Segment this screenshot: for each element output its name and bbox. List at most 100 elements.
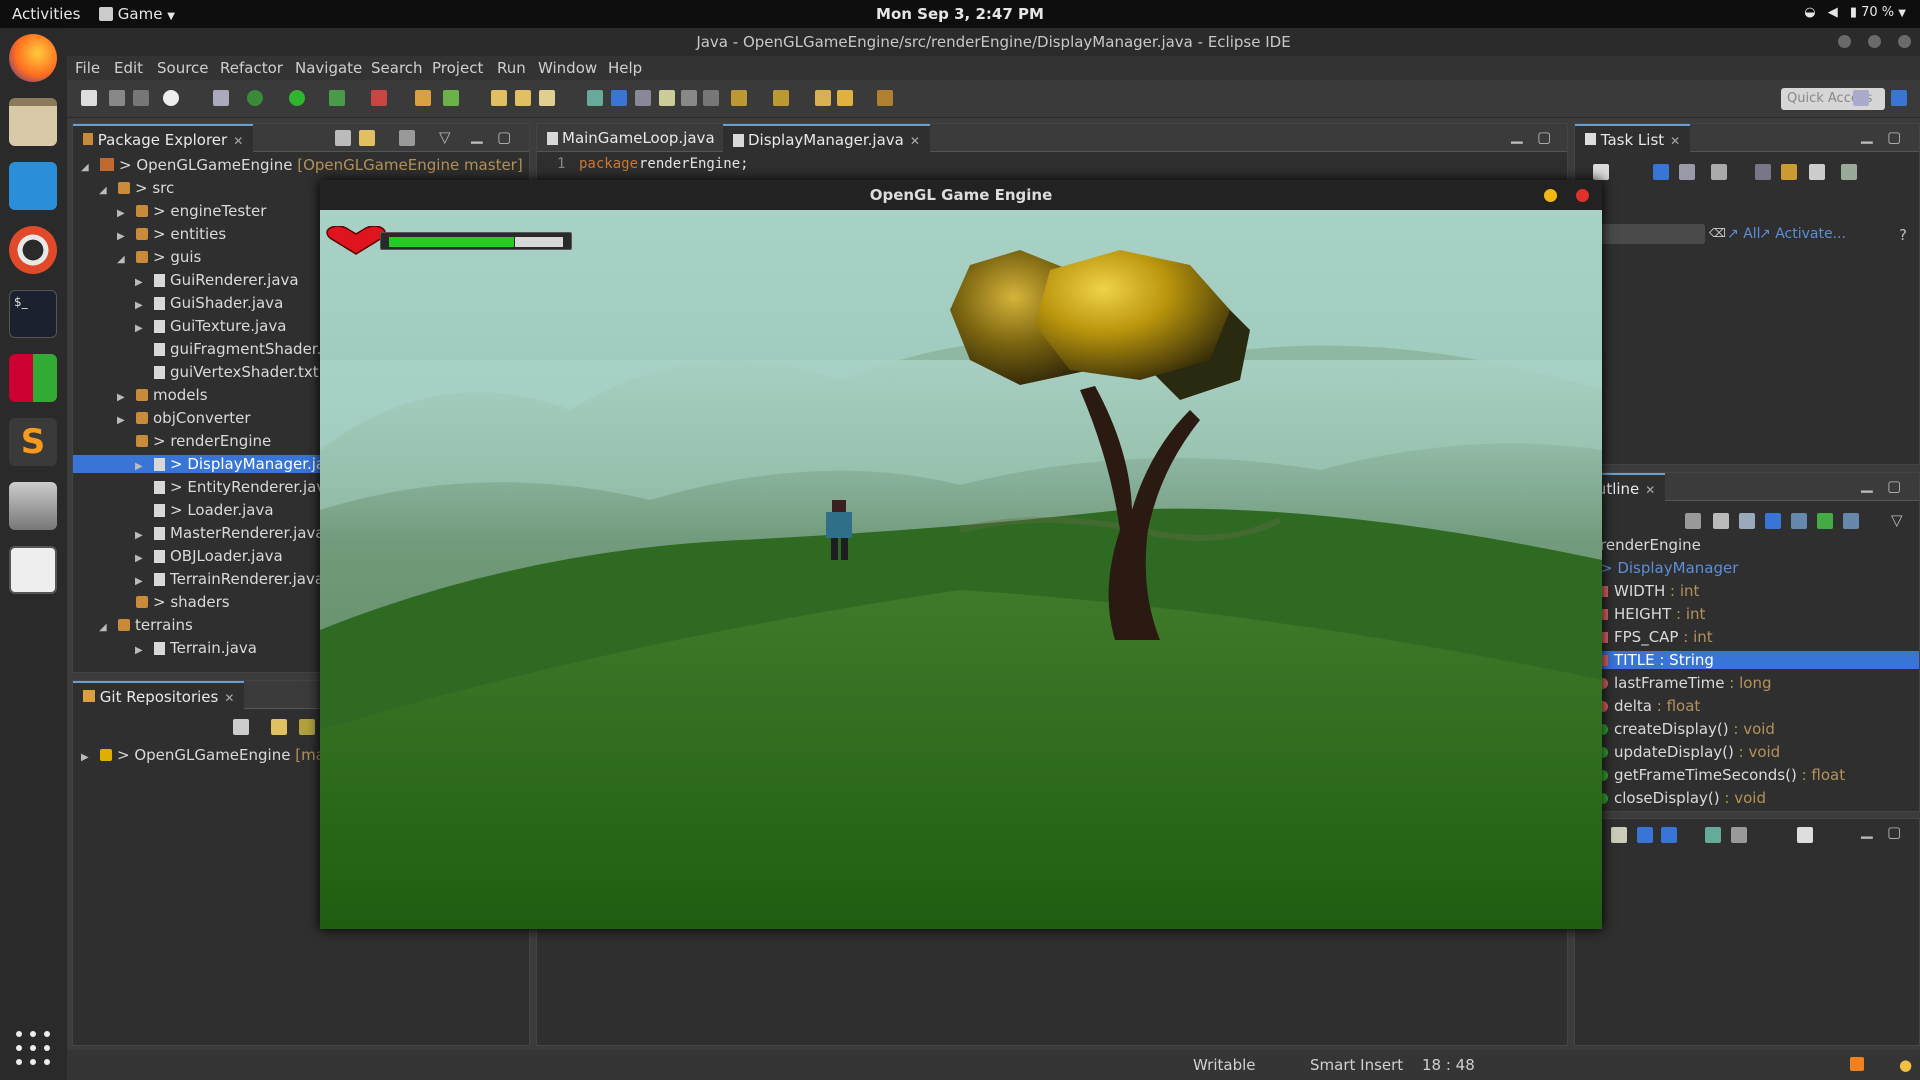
close-button[interactable]	[1898, 35, 1911, 48]
menu-run[interactable]: Run	[497, 59, 526, 77]
outline-member-createdisplay[interactable]: createDisplay() : void	[1593, 720, 1775, 738]
task-search-input[interactable]	[1595, 224, 1705, 244]
menu-file[interactable]: File	[75, 59, 100, 77]
game-minimize-button[interactable]	[1544, 189, 1557, 202]
next-annotation-icon[interactable]	[731, 90, 747, 106]
tree-item-terrains[interactable]: ◢ terrains	[99, 616, 193, 634]
terminal-icon[interactable]: $_	[9, 290, 57, 338]
sort-icon[interactable]	[1685, 513, 1701, 529]
game-viewport[interactable]	[320, 210, 1602, 929]
javadoc-icon[interactable]	[1611, 827, 1627, 843]
outline-member-title[interactable]: TITLE : String	[1575, 651, 1919, 669]
tip-icon[interactable]: ●	[1899, 1056, 1912, 1074]
display-icon[interactable]	[1731, 827, 1747, 843]
minimize-icon[interactable]: ▁	[1511, 126, 1523, 144]
files-icon[interactable]	[9, 98, 57, 146]
view-menu-icon[interactable]: ▽	[1891, 511, 1903, 529]
maximize-icon[interactable]: ▢	[1887, 477, 1901, 495]
java-perspective-icon[interactable]	[1891, 90, 1907, 106]
new-java-project-icon[interactable]	[415, 90, 431, 106]
link-editor-icon[interactable]	[359, 130, 375, 146]
tree-item-guis[interactable]: ◢ > guis	[117, 248, 201, 266]
link-editor-icon[interactable]	[1843, 513, 1859, 529]
tab-displaymanager[interactable]: DisplayManager.java ✕	[723, 124, 930, 152]
maximize-icon[interactable]: ▢	[1537, 128, 1551, 146]
outline-member-updatedisplay[interactable]: updateDisplay() : void	[1593, 743, 1780, 761]
hide-static-icon[interactable]	[1765, 513, 1781, 529]
tree-item-shaders[interactable]: > shaders	[117, 593, 230, 611]
show-applications-icon[interactable]	[16, 1031, 50, 1065]
close-icon[interactable]: ✕	[1645, 483, 1655, 497]
word-wrap-icon[interactable]	[659, 90, 675, 106]
tab-task-list[interactable]: Task List ✕	[1575, 124, 1691, 152]
tree-item-guirenderer[interactable]: ▶ GuiRenderer.java	[135, 271, 299, 289]
hide-local-types-icon[interactable]	[1817, 513, 1833, 529]
outline-member-fps-cap[interactable]: FPS_CAP : int	[1593, 628, 1713, 646]
view-menu-icon[interactable]: ▽	[439, 128, 451, 146]
toggle-annotation-icon[interactable]	[587, 90, 603, 106]
filter-completed-icon[interactable]	[1711, 164, 1727, 180]
new-class-icon[interactable]	[443, 90, 459, 106]
open-type-icon[interactable]	[491, 90, 507, 106]
tree-item-enginetester[interactable]: ▶ > engineTester	[117, 202, 266, 220]
collapse-icon[interactable]	[1809, 164, 1825, 180]
menu-search[interactable]: Search	[371, 59, 423, 77]
filter-icon[interactable]	[399, 130, 415, 146]
terminal-toolbar-icon[interactable]	[213, 90, 229, 106]
tree-item-src[interactable]: ◢ > src	[99, 179, 174, 197]
game-window[interactable]: OpenGL Game Engine	[320, 180, 1602, 929]
insert-mode-status[interactable]: Smart Insert	[1310, 1056, 1403, 1074]
tree-item-loader[interactable]: > Loader.java	[135, 501, 274, 519]
debug-skip-icon[interactable]	[163, 90, 179, 106]
game-icon[interactable]	[9, 546, 57, 594]
tree-item-guifragmentshader[interactable]: guiFragmentShader.txt	[135, 340, 342, 358]
back-icon[interactable]	[837, 90, 853, 106]
console-icon[interactable]	[1661, 827, 1677, 843]
toggle-block-icon[interactable]	[635, 90, 651, 106]
maximize-icon[interactable]: ▢	[497, 128, 511, 146]
close-icon[interactable]: ✕	[233, 134, 243, 148]
sync-icon[interactable]	[1781, 164, 1797, 180]
outline-member-lastframetime[interactable]: lastFrameTime : long	[1593, 674, 1771, 692]
tree-item-project[interactable]: ◢ > OpenGLGameEngine [OpenGLGameEngine ma…	[81, 156, 523, 174]
collapse-all-icon[interactable]	[233, 719, 249, 735]
open-perspective-icon[interactable]	[1853, 90, 1869, 106]
menu-window[interactable]: Window	[538, 59, 597, 77]
declaration-icon[interactable]	[1637, 827, 1653, 843]
game-close-button[interactable]	[1576, 189, 1589, 202]
tree-item-masterrenderer[interactable]: ▶ MasterRenderer.java	[135, 524, 325, 542]
outline-member-height[interactable]: HEIGHT : int	[1593, 605, 1705, 623]
tab-package-explorer[interactable]: Package Explorer ✕	[73, 124, 254, 152]
minimize-button[interactable]	[1838, 35, 1851, 48]
blocks-icon[interactable]	[9, 354, 57, 402]
menu-edit[interactable]: Edit	[114, 59, 143, 77]
external-tools-icon[interactable]	[371, 90, 387, 106]
link-icon[interactable]	[271, 719, 287, 735]
maximize-icon[interactable]: ▢	[1887, 128, 1901, 146]
mark-occurrences-icon[interactable]	[611, 90, 627, 106]
hide-fields-icon[interactable]	[1739, 513, 1755, 529]
tree-item-terrain-java[interactable]: ▶ Terrain.java	[135, 639, 257, 657]
rss-icon[interactable]	[1850, 1057, 1864, 1071]
last-edit-icon[interactable]	[815, 90, 831, 106]
categorized-icon[interactable]	[1653, 164, 1669, 180]
minimize-icon[interactable]: ▁	[471, 126, 483, 144]
maximize-button[interactable]	[1868, 35, 1881, 48]
scheduled-icon[interactable]	[1679, 164, 1695, 180]
new-task-icon[interactable]	[1593, 164, 1609, 180]
focus-icon[interactable]	[1755, 164, 1771, 180]
filter-all-link[interactable]: ↗ All	[1727, 226, 1761, 242]
save-icon[interactable]	[109, 90, 125, 106]
outline-member-width[interactable]: WIDTH : int	[1593, 582, 1699, 600]
tree-item-objloader[interactable]: ▶ OBJLoader.java	[135, 547, 283, 565]
clear-icon[interactable]: ⌫	[1709, 226, 1726, 240]
open-task-icon[interactable]	[515, 90, 531, 106]
collapse-all-icon[interactable]	[335, 130, 351, 146]
outline-member-closedisplay[interactable]: closeDisplay() : void	[1593, 789, 1766, 807]
new-console-icon[interactable]	[1797, 827, 1813, 843]
outline-member-delta[interactable]: delta : float	[1593, 697, 1700, 715]
minimize-icon[interactable]: ▁	[1861, 126, 1873, 144]
coverage-icon[interactable]	[329, 90, 345, 106]
sublime-text-icon[interactable]: S	[9, 418, 57, 466]
add-repository-icon[interactable]	[299, 719, 315, 735]
